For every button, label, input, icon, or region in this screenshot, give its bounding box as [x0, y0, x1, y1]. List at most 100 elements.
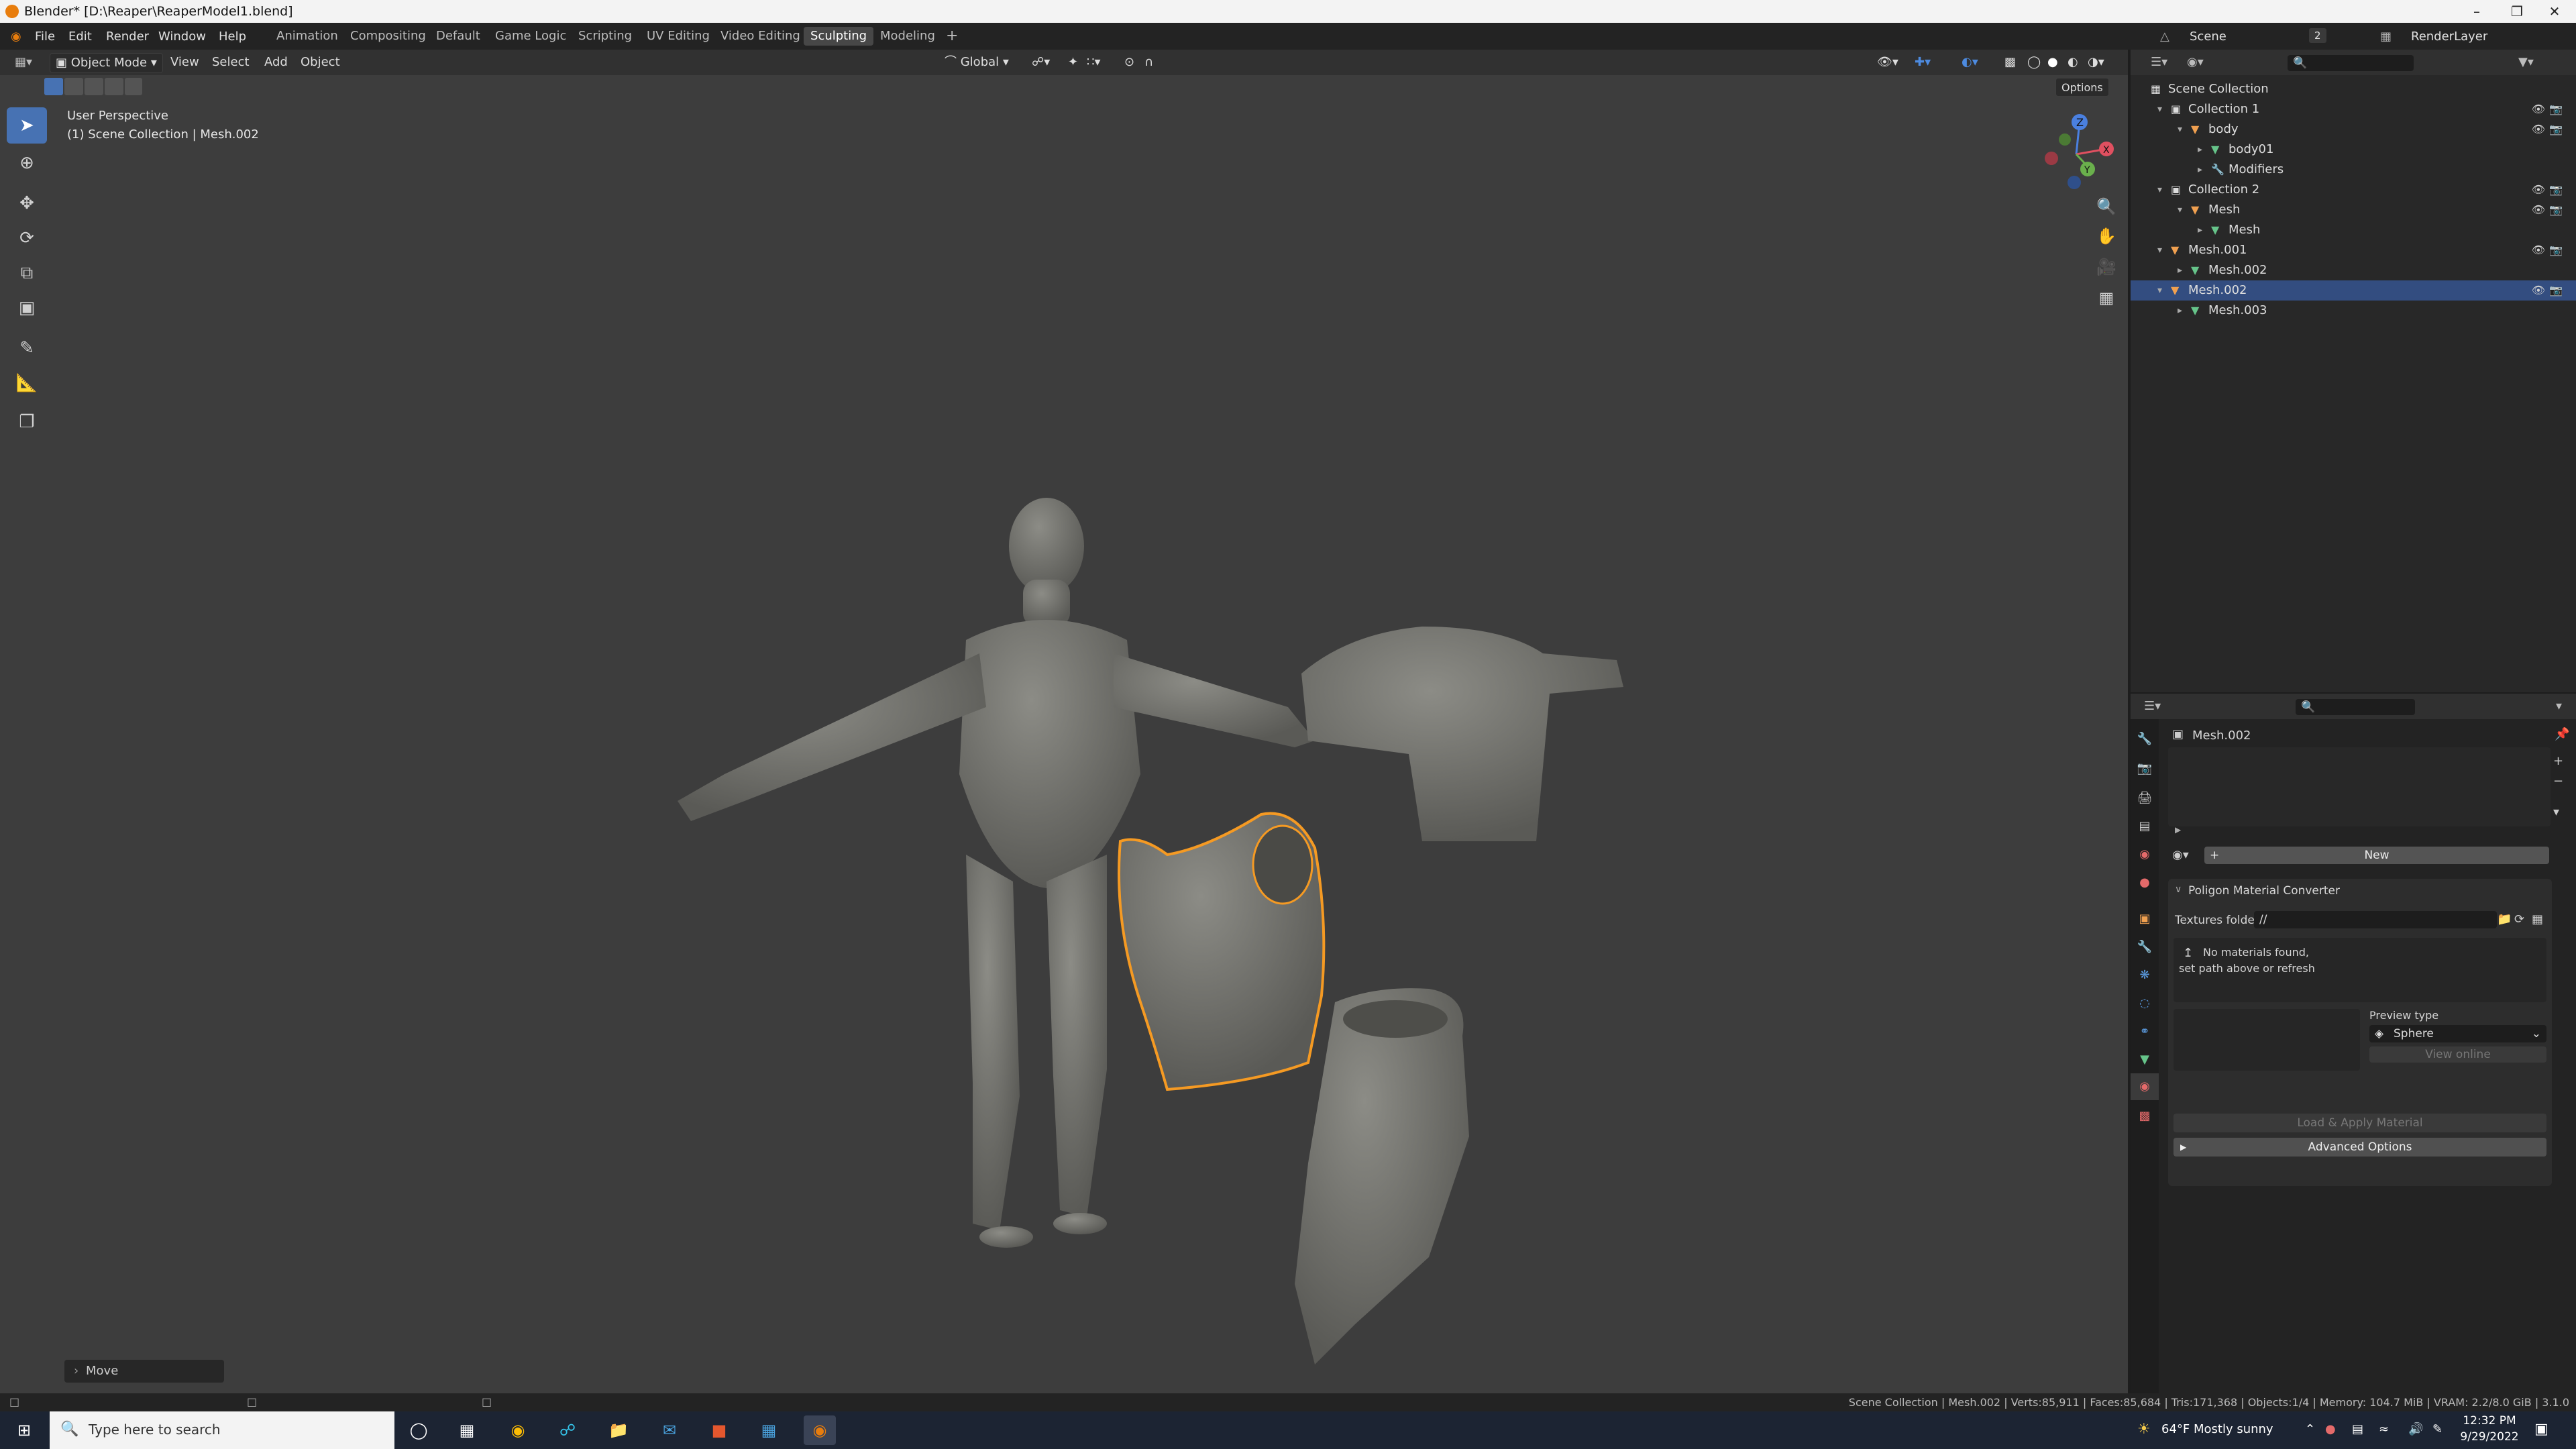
outliner-row[interactable]: ▾ ▼ Mesh.001 👁 📷: [2131, 240, 2576, 260]
expand-right-icon[interactable]: ▸: [2198, 160, 2202, 180]
expand-right-icon[interactable]: ▸: [2178, 301, 2182, 321]
filter-icon[interactable]: ▼▾: [2513, 53, 2539, 72]
expand-right-icon[interactable]: ▸: [2178, 260, 2182, 280]
options-button[interactable]: Options: [2055, 78, 2109, 97]
snap-target-icon[interactable]: ∷▾: [1081, 53, 1106, 72]
falloff-icon[interactable]: ∩: [1139, 53, 1159, 72]
gizmo-toggle-icon[interactable]: ✚▾: [1909, 53, 1936, 72]
outliner-row[interactable]: ▾ ▼ Mesh 👁 📷: [2131, 200, 2576, 220]
tray-overflow-icon[interactable]: ⌃: [2305, 1422, 2315, 1436]
shading-solid-icon[interactable]: ●: [2042, 53, 2063, 72]
outliner-row[interactable]: ▾ ▼ Mesh.002 👁 📷: [2131, 280, 2576, 301]
scene-selector-icon[interactable]: △: [2155, 28, 2175, 45]
menu-window[interactable]: Window: [153, 28, 211, 45]
grid-icon[interactable]: ▦: [2532, 912, 2543, 926]
outliner-row[interactable]: ▸ ▼ Mesh.003: [2131, 301, 2576, 321]
outliner-row[interactable]: ▾ ▣ Collection 1 👁 📷: [2131, 99, 2576, 119]
maximize-button[interactable]: ❐: [2498, 0, 2536, 23]
snap-icon[interactable]: ✦: [1063, 53, 1083, 72]
minimize-button[interactable]: –: [2458, 0, 2496, 23]
visibility-icon[interactable]: 👁▾: [1872, 53, 1904, 72]
scene-tab-icon[interactable]: ◉: [2131, 841, 2159, 868]
task-view-icon[interactable]: ▦: [451, 1415, 483, 1445]
render-tab-icon[interactable]: 📷: [2131, 755, 2159, 782]
outliner-row[interactable]: ▸ ▼ body01: [2131, 140, 2576, 160]
shading-rendered-icon[interactable]: ◑▾: [2082, 53, 2110, 72]
editor-type-icon[interactable]: ▦▾: [9, 53, 38, 72]
menu-edit[interactable]: Edit: [63, 28, 97, 45]
tray-app-icon[interactable]: ●: [2325, 1422, 2336, 1436]
expand-down-icon[interactable]: ▾: [2157, 240, 2162, 260]
chrome-icon[interactable]: ◉: [502, 1415, 534, 1445]
store-icon[interactable]: ▦: [753, 1415, 785, 1445]
proportional-edit-icon[interactable]: ⊙: [1119, 53, 1140, 72]
expand-down-icon[interactable]: ▾: [2178, 200, 2182, 220]
navigation-gizmo[interactable]: Z X Y: [2033, 107, 2120, 195]
output-tab-icon[interactable]: 🖨: [2131, 785, 2159, 812]
notification-icon[interactable]: ▣: [2534, 1421, 2548, 1438]
measure-tool-icon[interactable]: 📐: [7, 365, 47, 401]
move-tool-icon[interactable]: ✥: [7, 185, 47, 221]
folder-icon[interactable]: 📁: [2497, 912, 2512, 926]
add-cube-tool-icon[interactable]: ❐: [7, 404, 47, 440]
texture-tab-icon[interactable]: ▩: [2131, 1103, 2159, 1130]
zoom-icon[interactable]: 🔍: [2093, 193, 2120, 220]
outliner-row[interactable]: ▾ ▼ body 👁 📷: [2131, 119, 2576, 140]
tab-animation[interactable]: Animation: [270, 27, 345, 46]
outliner-row[interactable]: ▸ ▼ Mesh: [2131, 220, 2576, 240]
constraints-tab-icon[interactable]: ⚭: [2131, 1018, 2159, 1045]
outliner-editor-type-icon[interactable]: ☰▾: [2145, 53, 2173, 72]
add-workspace-icon[interactable]: +: [939, 27, 965, 46]
transform-orientation[interactable]: ⌒ Global ▾: [939, 53, 1014, 72]
particles-tab-icon[interactable]: ❋: [2131, 962, 2159, 989]
menu-render[interactable]: Render: [101, 28, 154, 45]
preview-type-select[interactable]: ◈ Sphere ⌄: [2369, 1025, 2546, 1042]
select-box-tool-icon[interactable]: ➤: [7, 107, 47, 144]
pin-icon[interactable]: 📌: [2555, 727, 2569, 741]
visibility-eye-icon[interactable]: 👁: [2532, 119, 2545, 140]
visibility-eye-icon[interactable]: 👁: [2532, 180, 2545, 200]
select-invert-icon[interactable]: [105, 78, 123, 95]
tab-uv-editing[interactable]: UV Editing: [640, 27, 716, 46]
last-operator-panel[interactable]: › Move: [64, 1360, 224, 1383]
display-mode-icon[interactable]: ◉▾: [2182, 53, 2209, 72]
clock-date[interactable]: 9/29/2022: [2459, 1430, 2520, 1444]
expand-down-icon[interactable]: ▾: [2178, 119, 2182, 140]
file-explorer-icon[interactable]: 📁: [602, 1415, 635, 1445]
tab-video-editing[interactable]: Video Editing: [714, 27, 807, 46]
volume-icon[interactable]: 🔊: [2408, 1422, 2423, 1436]
slot-specials-icon[interactable]: ▾: [2553, 805, 2559, 819]
select-new-icon[interactable]: [44, 78, 63, 95]
viewport-menu-select[interactable]: Select: [207, 53, 255, 72]
render-camera-icon[interactable]: 📷: [2549, 280, 2563, 301]
outliner-row[interactable]: ▸ 🔧 Modifiers: [2131, 160, 2576, 180]
physics-tab-icon[interactable]: ◌: [2131, 990, 2159, 1017]
modifier-tab-icon[interactable]: 🔧: [2131, 934, 2159, 961]
windows-start-icon[interactable]: ⊞: [8, 1415, 40, 1445]
material-browse-icon[interactable]: ◉▾: [2172, 848, 2189, 862]
tray-network-icon[interactable]: ▤: [2352, 1422, 2363, 1436]
render-camera-icon[interactable]: 📷: [2549, 240, 2563, 260]
add-slot-icon[interactable]: +: [2553, 754, 2563, 768]
clock-time[interactable]: 12:32 PM: [2459, 1414, 2520, 1428]
pivot-icon[interactable]: ☍▾: [1026, 53, 1055, 72]
weather-text[interactable]: 64°F Mostly sunny: [2161, 1422, 2273, 1436]
remove-slot-icon[interactable]: −: [2553, 774, 2563, 788]
tab-sculpting[interactable]: Sculpting: [804, 27, 874, 46]
outliner-row[interactable]: ▸ ▼ Mesh.002: [2131, 260, 2576, 280]
pan-hand-icon[interactable]: ✋: [2093, 223, 2120, 250]
office-icon[interactable]: ■: [703, 1415, 735, 1445]
tool-tab-icon[interactable]: 🔧: [2131, 726, 2159, 753]
render-camera-icon[interactable]: 📷: [2549, 99, 2563, 119]
viewport-menu-object[interactable]: Object: [295, 53, 345, 72]
mail-icon[interactable]: ✉: [653, 1415, 686, 1445]
properties-search-icon[interactable]: 🔍: [2296, 699, 2415, 715]
expand-triangle-icon[interactable]: ▶: [2175, 825, 2181, 835]
world-tab-icon[interactable]: ●: [2131, 869, 2159, 896]
menu-help[interactable]: Help: [213, 28, 252, 45]
scale-tool-icon[interactable]: ⧉: [7, 255, 47, 291]
scene-name[interactable]: Scene: [2184, 28, 2232, 45]
outliner-row[interactable]: ▦ Scene Collection: [2131, 79, 2576, 99]
perspective-toggle-icon[interactable]: ▦: [2093, 284, 2120, 311]
properties-editor-type-icon[interactable]: ☰▾: [2139, 697, 2166, 716]
